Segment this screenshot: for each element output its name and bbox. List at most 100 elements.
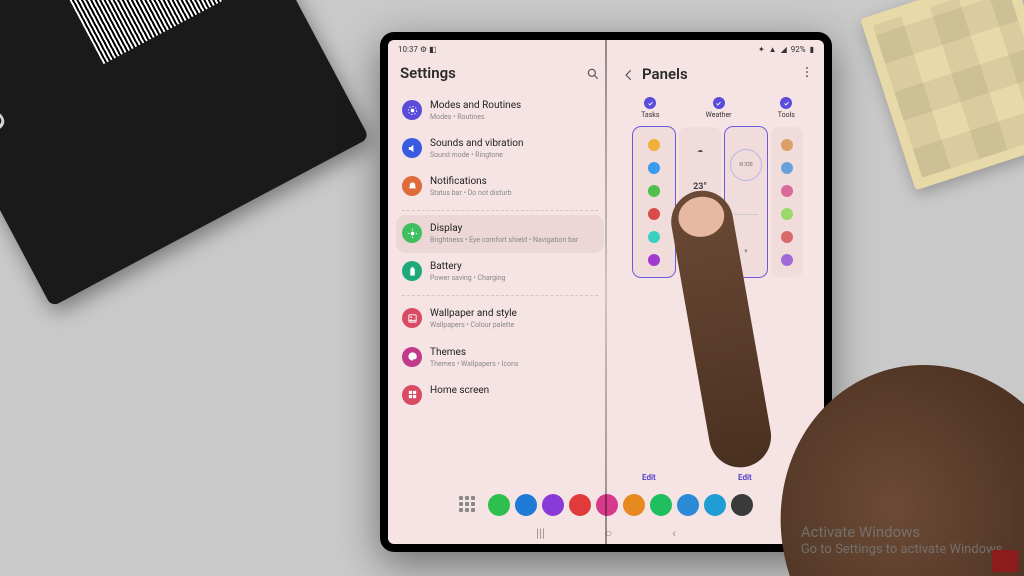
settings-item-sound[interactable]: Sounds and vibrationSound mode • Rington… xyxy=(396,130,604,168)
mini-app-icon xyxy=(648,254,660,266)
check-icon xyxy=(713,97,725,109)
settings-item-display[interactable]: DisplayBrightness • Eye comfort shield •… xyxy=(396,215,604,253)
settings-header: Settings xyxy=(396,58,604,92)
settings-item-title: Home screen xyxy=(430,385,489,397)
settings-item-subtitle: Brightness • Eye comfort shield • Naviga… xyxy=(430,236,578,245)
settings-item-title: Display xyxy=(430,223,578,235)
desk-surface: Galaxy Z Fold6 10:37 ⚙ ◧ ✦ ▲ ◢ 92% ▮ xyxy=(0,0,1024,576)
avatar xyxy=(781,162,793,174)
panel-preview-people[interactable] xyxy=(771,127,803,277)
product-box: Galaxy Z Fold6 xyxy=(0,0,369,307)
settings-item-title: Notifications xyxy=(430,176,512,188)
signal-icon: ◢ xyxy=(781,45,787,54)
panels-pane: Panels Tasks Weather Tools xyxy=(612,58,824,488)
recorder-badge xyxy=(992,550,1018,572)
dock-app[interactable] xyxy=(650,494,672,516)
edit-row: Edit . Edit . xyxy=(618,471,818,488)
settings-item-wallpaper[interactable]: Wallpaper and styleWallpapers • Colour p… xyxy=(396,300,604,338)
settings-item-subtitle: Status bar • Do not disturb xyxy=(430,189,512,198)
barcode xyxy=(66,0,262,64)
battery-pct: 92% xyxy=(791,45,806,54)
settings-item-title: Wallpaper and style xyxy=(430,308,517,320)
home-icon xyxy=(402,385,422,405)
dock-app[interactable] xyxy=(677,494,699,516)
settings-item-subtitle: Sound mode • Ringtone xyxy=(430,151,524,160)
wooden-blocks xyxy=(860,0,1024,190)
themes-icon xyxy=(402,347,422,367)
tablet-device: 10:37 ⚙ ◧ ✦ ▲ ◢ 92% ▮ Settings xyxy=(380,32,832,552)
dock-app[interactable] xyxy=(488,494,510,516)
navigation-bar: ||| ○ ‹ xyxy=(388,522,824,544)
divider xyxy=(688,221,712,222)
panel-tab-label: Tasks xyxy=(641,111,659,119)
settings-item-battery[interactable]: BatteryPower saving • Charging xyxy=(396,253,604,291)
apps-running-icon: ◧ xyxy=(429,45,437,54)
divider xyxy=(734,214,758,215)
watermark-title: Activate Windows xyxy=(801,523,1006,542)
settings-item-title: Modes and Routines xyxy=(430,100,521,112)
edit-link[interactable]: Edit xyxy=(642,473,656,482)
settings-icon: ⚙ xyxy=(420,45,427,54)
activate-windows-watermark: Activate Windows Go to Settings to activ… xyxy=(801,523,1006,558)
nav-back[interactable]: ‹ xyxy=(672,526,676,540)
settings-item-modes[interactable]: Modes and RoutinesModes • Routines xyxy=(396,92,604,130)
section-divider xyxy=(402,210,598,211)
app-drawer-icon[interactable] xyxy=(459,496,477,514)
watermark-sub: Go to Settings to activate Windows. xyxy=(801,542,1006,558)
dock-app[interactable] xyxy=(731,494,753,516)
edit-link[interactable]: Edit xyxy=(738,473,752,482)
settings-item-subtitle: Themes • Wallpapers • Icons xyxy=(430,360,519,369)
dock-app[interactable] xyxy=(542,494,564,516)
avatar xyxy=(781,231,793,243)
more-icon[interactable] xyxy=(800,64,814,83)
product-box-label: Galaxy Z Fold6 xyxy=(0,0,14,139)
panel-tabs: Tasks Weather Tools xyxy=(618,93,818,121)
split-content: Settings Modes and RoutinesModes • Routi… xyxy=(388,58,824,488)
vibrate-icon: ✦ xyxy=(758,45,765,54)
panel-preview-tools[interactable]: N 330 + xyxy=(725,127,767,277)
panel-tab-weather[interactable]: Weather xyxy=(706,97,732,119)
check-icon xyxy=(780,97,792,109)
dock-app[interactable] xyxy=(623,494,645,516)
nav-home[interactable]: ○ xyxy=(605,526,612,540)
taskbar-dock[interactable] xyxy=(388,488,824,522)
settings-item-home[interactable]: Home screen xyxy=(396,377,604,413)
settings-title: Settings xyxy=(400,64,456,82)
avatar xyxy=(781,139,793,151)
settings-item-title: Battery xyxy=(430,261,506,273)
dock-app[interactable] xyxy=(569,494,591,516)
screen: 10:37 ⚙ ◧ ✦ ▲ ◢ 92% ▮ Settings xyxy=(388,40,824,544)
nav-recents[interactable]: ||| xyxy=(536,526,545,540)
section-divider xyxy=(402,295,598,296)
wallpaper-icon xyxy=(402,308,422,328)
add-icon: + xyxy=(698,250,701,257)
notif-icon xyxy=(402,176,422,196)
panel-preview-apps[interactable] xyxy=(633,127,675,277)
add-icon: + xyxy=(744,248,747,255)
settings-item-title: Themes xyxy=(430,347,519,359)
panel-tab-label: Weather xyxy=(706,111,732,119)
compass-widget: N 330 xyxy=(730,149,762,181)
dock-app[interactable] xyxy=(704,494,726,516)
settings-pane: Settings Modes and RoutinesModes • Routi… xyxy=(388,58,612,488)
settings-item-themes[interactable]: ThemesThemes • Wallpapers • Icons xyxy=(396,339,604,377)
back-icon[interactable] xyxy=(622,67,636,81)
search-icon[interactable] xyxy=(586,66,600,80)
check-icon xyxy=(644,97,656,109)
panels-title: Panels xyxy=(642,65,688,83)
mini-app-icon xyxy=(648,185,660,197)
settings-item-notif[interactable]: NotificationsStatus bar • Do not disturb xyxy=(396,168,604,206)
wifi-icon: ▲ xyxy=(769,45,777,54)
panel-tab-tools[interactable]: Tools xyxy=(778,97,795,119)
avatar xyxy=(781,208,793,220)
dock-app[interactable] xyxy=(515,494,537,516)
mini-app-icon xyxy=(648,162,660,174)
panel-preview-weather[interactable]: ☁ 23° + xyxy=(679,127,721,277)
panel-tab-tasks[interactable]: Tasks xyxy=(641,97,659,119)
settings-list[interactable]: Modes and RoutinesModes • RoutinesSounds… xyxy=(396,92,604,488)
mini-app-icon xyxy=(648,208,660,220)
avatar xyxy=(781,185,793,197)
dock-app[interactable] xyxy=(596,494,618,516)
battery-icon: ▮ xyxy=(810,45,814,54)
weather-cloud-icon: ☁ xyxy=(697,147,703,154)
